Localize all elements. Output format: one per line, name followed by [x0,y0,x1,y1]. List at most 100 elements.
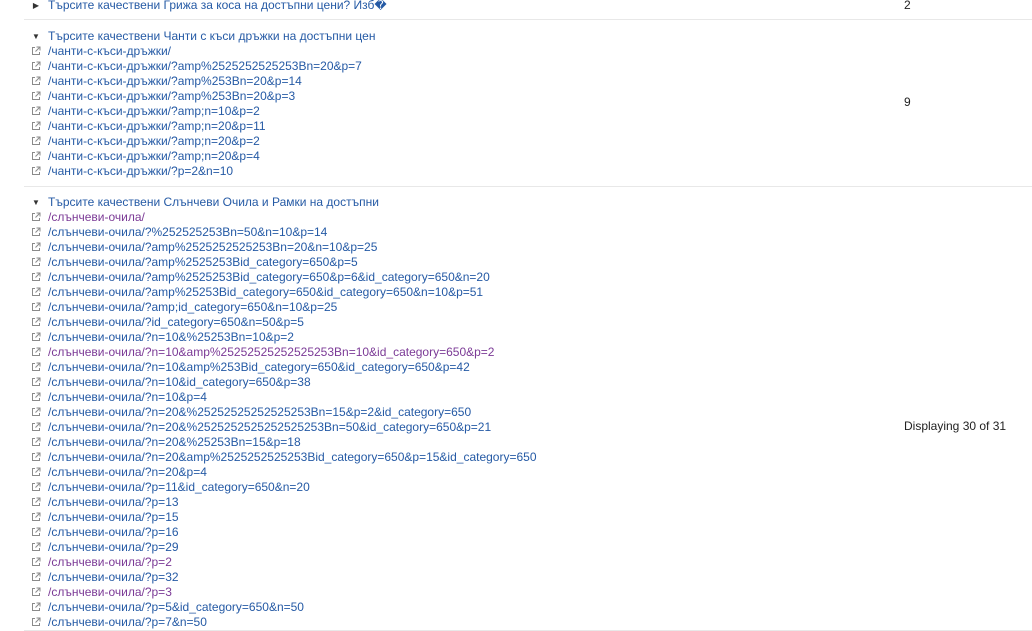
external-link-icon[interactable] [31,602,41,612]
external-link-icon[interactable] [31,332,41,342]
external-link-icon[interactable] [31,317,41,327]
url-link[interactable]: /слънчеви-очила/?p=29 [48,540,179,554]
url-link[interactable]: /чанти-с-къси-дръжки/?p=2&n=10 [48,164,233,178]
url-link[interactable]: /слънчеви-очила/?n=10&id_category=650&p=… [48,375,311,389]
group-toggle[interactable]: ▼ Търсите качествени Чанти с къси дръжки… [24,29,1032,44]
external-link-icon[interactable] [31,437,41,447]
url-link[interactable]: /слънчеви-очила/?amp%2525252525253Bn=20&… [48,240,377,254]
url-link[interactable]: /слънчеви-очила/?p=13 [48,495,179,509]
group-toggle[interactable]: ▼ Търсите качествени Слънчеви Очила и Ра… [24,195,1032,210]
external-link-icon[interactable] [31,76,41,86]
group-toggle[interactable]: ▶ Търсите качествени Грижа за коса на до… [24,0,1032,13]
external-link-icon[interactable] [31,392,41,402]
external-link-icon[interactable] [31,542,41,552]
external-link-icon[interactable] [31,347,41,357]
url-row: /чанти-с-къси-дръжки/?amp;n=20&p=4 [24,149,1032,164]
url-link[interactable]: /слънчеви-очила/?id_category=650&n=50&p=… [48,315,304,329]
triangle-down-icon: ▼ [32,32,40,41]
external-link-icon[interactable] [31,302,41,312]
external-link-icon[interactable] [31,287,41,297]
group-count: 9 [904,95,911,109]
url-link[interactable]: /слънчеви-очила/?n=20&amp%2525252525253B… [48,450,537,464]
external-link-icon[interactable] [31,121,41,131]
url-row: /слънчеви-очила/?n=10&amp%253Bid_categor… [24,360,1032,375]
url-link[interactable]: /слънчеви-очила/?n=10&amp%253Bid_categor… [48,360,470,374]
url-group: ▶ Търсите качествени Грижа за коса на до… [24,0,1032,20]
external-link-icon[interactable] [31,587,41,597]
url-link[interactable]: /слънчеви-очила/?p=16 [48,525,179,539]
url-groups-table: ▶ Търсите качествени Грижа за коса на до… [0,0,1032,631]
external-link-icon[interactable] [31,61,41,71]
external-link-icon[interactable] [31,242,41,252]
url-row: /чанти-с-къси-дръжки/?amp;n=20&p=2 [24,134,1032,149]
url-link[interactable]: /слънчеви-очила/?p=5&id_category=650&n=5… [48,600,304,614]
url-link[interactable]: /слънчеви-очила/?n=20&p=4 [48,465,207,479]
external-link-icon[interactable] [31,151,41,161]
url-link[interactable]: /чанти-с-къси-дръжки/?amp%2525252525253B… [48,59,362,73]
external-link-icon[interactable] [31,46,41,56]
url-row: /чанти-с-къси-дръжки/?amp%2525252525253B… [24,59,1032,74]
external-link-icon[interactable] [31,257,41,267]
url-row: /слънчеви-очила/?p=16 [24,525,1032,540]
external-link-icon[interactable] [31,497,41,507]
url-row: /слънчеви-очила/?p=29 [24,540,1032,555]
external-link-icon[interactable] [31,512,41,522]
url-link[interactable]: /слънчеви-очила/?amp%2525253Bid_category… [48,270,490,284]
external-link-icon[interactable] [31,362,41,372]
external-link-icon[interactable] [31,272,41,282]
external-link-icon[interactable] [31,572,41,582]
url-row: /слънчеви-очила/?p=5&id_category=650&n=5… [24,600,1032,615]
external-link-icon[interactable] [31,166,41,176]
url-link[interactable]: /чанти-с-къси-дръжки/ [48,44,171,58]
url-link[interactable]: /чанти-с-къси-дръжки/?amp;n=20&p=2 [48,134,260,148]
url-row: /слънчеви-очила/?p=2 [24,555,1032,570]
external-link-icon[interactable] [31,422,41,432]
url-row: /слънчеви-очила/ [24,210,1032,225]
url-link[interactable]: /слънчеви-очила/?n=20&%25253Bn=15&p=18 [48,435,301,449]
url-link[interactable]: /слънчеви-очила/?n=20&%25252525252525253… [48,405,471,419]
url-link[interactable]: /чанти-с-къси-дръжки/?amp;n=10&p=2 [48,104,260,118]
external-link-icon[interactable] [31,377,41,387]
url-link[interactable]: /слънчеви-очила/?p=3 [48,585,172,599]
url-link[interactable]: /чанти-с-къси-дръжки/?amp;n=20&p=4 [48,149,260,163]
url-link[interactable]: /чанти-с-къси-дръжки/?amp%253Bn=20&p=3 [48,89,295,103]
url-row: /слънчеви-очила/?id_category=650&n=50&p=… [24,315,1032,330]
external-link-icon[interactable] [31,527,41,537]
url-row: /слънчеви-очила/?n=10&id_category=650&p=… [24,375,1032,390]
url-link[interactable]: /слънчеви-очила/?amp%2525253Bid_category… [48,255,358,269]
url-link[interactable]: /слънчеви-очила/?p=7&n=50 [48,615,207,629]
external-link-icon[interactable] [31,136,41,146]
external-link-icon[interactable] [31,407,41,417]
url-row: /слънчеви-очила/?n=10&%25253Bn=10&p=2 [24,330,1032,345]
url-link[interactable]: /слънчеви-очила/ [48,210,145,224]
external-link-icon[interactable] [31,482,41,492]
url-row: /слънчеви-очила/?p=32 [24,570,1032,585]
external-link-icon[interactable] [31,106,41,116]
url-link[interactable]: /чанти-с-къси-дръжки/?amp%253Bn=20&p=14 [48,74,302,88]
triangle-down-icon: ▼ [32,198,40,207]
url-row: /слънчеви-очила/?n=20&%25252525252525253… [24,405,1032,420]
url-link[interactable]: /слънчеви-очила/?amp;id_category=650&n=1… [48,300,337,314]
url-link[interactable]: /слънчеви-очила/?n=10&p=4 [48,390,207,404]
url-row: /слънчеви-очила/?amp%2525252525253Bn=20&… [24,240,1032,255]
external-link-icon[interactable] [31,467,41,477]
url-link[interactable]: /слънчеви-очила/?p=2 [48,555,172,569]
url-link[interactable]: /слънчеви-очила/?n=10&amp%25252525252525… [48,345,494,359]
url-link[interactable]: /слънчеви-очила/?%252525253Bn=50&n=10&p=… [48,225,327,239]
url-row: /слънчеви-очила/?p=15 [24,510,1032,525]
url-link[interactable]: /слънчеви-очила/?p=11&id_category=650&n=… [48,480,310,494]
url-link[interactable]: /слънчеви-очила/?n=10&%25253Bn=10&p=2 [48,330,294,344]
external-link-icon[interactable] [31,91,41,101]
url-group: ▼ Търсите качествени Слънчеви Очила и Ра… [24,187,1032,631]
external-link-icon[interactable] [31,452,41,462]
external-link-icon[interactable] [31,557,41,567]
url-link[interactable]: /слънчеви-очила/?p=32 [48,570,179,584]
url-link[interactable]: /слънчеви-очила/?n=20&%25252525252525252… [48,420,491,434]
url-row: /слънчеви-очила/?p=3 [24,585,1032,600]
url-link[interactable]: /слънчеви-очила/?p=15 [48,510,179,524]
url-link[interactable]: /чанти-с-къси-дръжки/?amp;n=20&p=11 [48,119,266,133]
url-link[interactable]: /слънчеви-очила/?amp%25253Bid_category=6… [48,285,483,299]
url-row: /слънчеви-очила/?amp%25253Bid_category=6… [24,285,1032,300]
external-link-icon[interactable] [31,227,41,237]
external-link-icon[interactable] [31,212,41,222]
